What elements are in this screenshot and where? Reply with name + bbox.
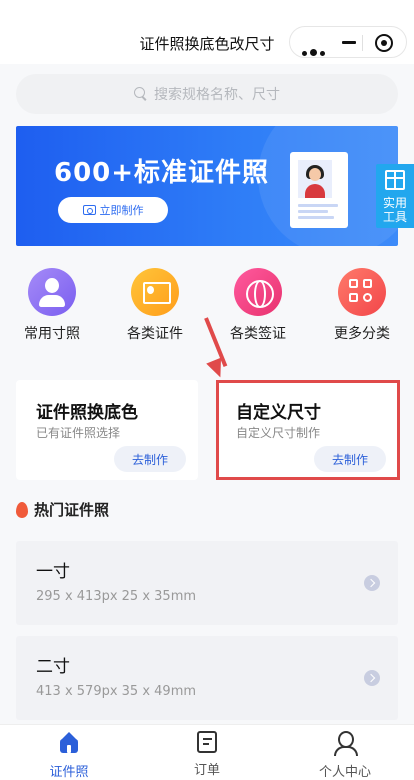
capsule-divider [362,35,363,51]
hot-section-title: 热门证件照 [16,499,109,520]
custom-size-button[interactable]: 去制作 [314,446,386,472]
card-subtitle: 自定义尺寸制作 [236,426,321,440]
tab-id-photo[interactable]: 证件照 [19,731,119,780]
user-icon [333,731,358,756]
banner-button-label: 立即制作 [99,204,144,217]
tab-label: 订单 [193,763,220,778]
search-input[interactable]: 搜索规格名称、尺寸 [16,74,398,114]
home-icon [57,731,81,755]
card-title: 自定义尺寸 [236,403,321,423]
flame-icon [16,501,28,518]
tools-tag-line2: 工具 [382,210,407,224]
list-item[interactable]: 二寸 413 x 579px 35 x 49mm [16,636,398,720]
id-card-icon [131,268,179,316]
category-label: 常用寸照 [24,326,80,342]
category-label: 更多分类 [334,326,390,342]
search-icon [134,87,148,101]
category-visas[interactable]: 各类签证 [213,268,303,343]
chevron-right-icon [364,575,380,591]
card-title: 证件照换底色 [36,403,138,423]
card-custom-size[interactable]: 自定义尺寸 自定义尺寸制作 去制作 [216,380,398,480]
card-subtitle: 已有证件照选择 [36,426,121,440]
spec-dimensions: 295 x 413px 25 x 35mm [36,589,197,604]
grid-icon [338,268,386,316]
minimize-icon[interactable] [342,41,356,44]
tab-label: 证件照 [49,765,89,780]
category-label: 各类证件 [127,326,183,342]
category-common-photo[interactable]: 常用寸照 [7,268,97,343]
target-icon[interactable] [375,34,393,52]
category-more[interactable]: 更多分类 [317,268,407,343]
tools-tag-line1: 实用 [382,196,407,210]
tab-label: 个人中心 [318,765,371,780]
search-placeholder: 搜索规格名称、尺寸 [154,87,280,103]
list-item[interactable]: 一寸 295 x 413px 25 x 35mm [16,541,398,625]
banner-title: 600+标准证件照 [54,158,270,188]
promo-banner[interactable]: 600+标准证件照 立即制作 [16,126,398,246]
chevron-right-icon [364,670,380,686]
gift-icon [385,170,405,190]
miniprogram-capsule [289,26,407,58]
change-background-button[interactable]: 去制作 [114,446,186,472]
tab-bar: 证件照 订单 个人中心 [0,724,414,780]
person-icon [28,268,76,316]
banner-make-button[interactable]: 立即制作 [58,197,168,223]
tab-orders[interactable]: 订单 [157,731,257,778]
id-photo-illustration [290,152,348,228]
tab-profile[interactable]: 个人中心 [295,731,395,780]
category-certificates[interactable]: 各类证件 [110,268,200,343]
spec-name: 二寸 [36,657,70,677]
hot-title-text: 热门证件照 [34,501,110,519]
card-change-background[interactable]: 证件照换底色 已有证件照选择 去制作 [16,380,198,480]
camera-icon [82,205,96,215]
tools-tag[interactable]: 实用 工具 [376,164,414,228]
top-bar: 证件照换底色改尺寸 [0,0,414,64]
spec-name: 一寸 [36,562,70,582]
globe-icon [234,268,282,316]
order-icon [197,731,217,753]
spec-dimensions: 413 x 579px 35 x 49mm [36,684,197,699]
more-icon[interactable] [302,41,328,60]
category-label: 各类签证 [230,326,286,342]
